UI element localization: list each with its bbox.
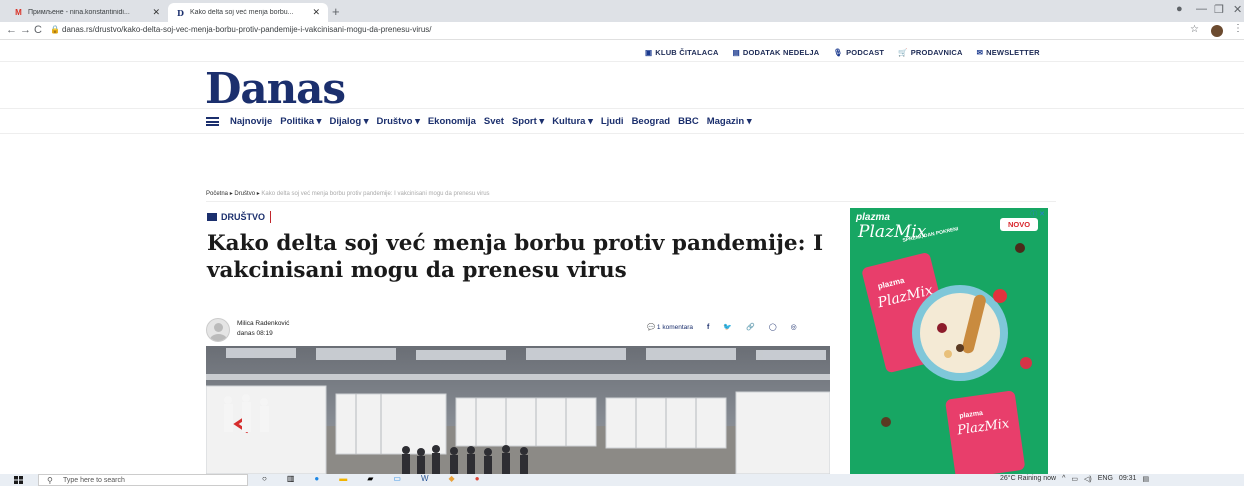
cart-icon: 🛒 — [898, 48, 908, 57]
nav-item-svet[interactable]: Svet — [484, 116, 504, 127]
breadcrumb-section[interactable]: Društvo — [234, 191, 255, 197]
new-tab-button[interactable]: + — [332, 4, 340, 19]
topnav-prodavnica[interactable]: 🛒 PRODAVNICA — [898, 48, 962, 57]
tab-gmail[interactable]: M Примљене - nina.konstantinidi... ✕ — [6, 3, 168, 22]
article-photo — [206, 346, 830, 474]
menu-kebab-icon[interactable]: ⋮ — [1233, 23, 1243, 34]
close-window-icon[interactable]: ✕ — [1233, 3, 1242, 16]
file-explorer-icon[interactable]: ▬ — [339, 474, 347, 483]
envelope-icon: ✉ — [976, 48, 984, 57]
facebook-icon[interactable]: f — [707, 324, 709, 331]
category-square-icon — [207, 213, 217, 221]
category-label[interactable]: DRUŠTVO — [207, 211, 272, 223]
breadcrumb: Početna ▸ Društvo ▸ Kako delta soj već m… — [206, 191, 490, 197]
breadcrumb-current: Kako delta soj već menja borbu protiv pa… — [261, 191, 490, 197]
ad-artwork-image: plazma PlazMix plazma PlazMix — [862, 243, 1032, 474]
nav-item-sport[interactable]: Sport ▾ — [512, 116, 544, 127]
lock-icon[interactable]: 🔒 — [50, 25, 60, 34]
forward-icon[interactable]: → — [20, 24, 31, 36]
topnav-dodatak[interactable]: ▤ DODATAK NEDELJA — [733, 48, 820, 57]
comments-link[interactable]: 💬 1 komentara — [647, 323, 693, 331]
nav-item-ljudi[interactable]: Ljudi — [601, 116, 624, 127]
nav-item-drustvo[interactable]: Društvo ▾ — [377, 116, 420, 127]
paint-icon[interactable]: ◆ — [449, 474, 455, 483]
nav-item-magazin[interactable]: Magazin ▾ — [707, 116, 752, 127]
chevron-up-icon[interactable]: ^ — [1062, 475, 1065, 483]
danas-favicon-icon: D — [177, 7, 184, 18]
site-logo[interactable]: Danas — [205, 64, 346, 113]
topnav-podcast[interactable]: 🎙 PODCAST — [833, 48, 884, 57]
cortana-icon[interactable]: ○ — [262, 474, 267, 483]
article-headline: Kako delta soj već menja borbu protiv pa… — [207, 231, 824, 283]
tab-title: Kako delta soj već menja borbu... — [190, 9, 294, 16]
category-divider — [270, 211, 272, 223]
bars-icon: ▤ — [732, 48, 740, 57]
taskbar-apps: ○ ▥ ● ▬ ▰ ▭ W ◆ ● — [262, 474, 480, 483]
publish-date: danas 08:19 — [237, 330, 273, 337]
advertisement[interactable]: ⓘ ✕ plazma PlazMix SPREMI, DAN POKRENI N… — [850, 208, 1048, 474]
system-tray: 26°C Raining now ^ ▭ ◁) ENG 09:31 ▤ — [1000, 475, 1149, 483]
minimize-icon[interactable]: — — [1196, 3, 1207, 15]
search-icon: ⚲ — [47, 476, 53, 485]
reload-icon[interactable]: C — [34, 24, 42, 36]
store-icon[interactable]: ▰ — [367, 474, 373, 483]
tab-title: Примљене - nina.konstantinidi... — [28, 9, 130, 16]
notifications-icon[interactable]: ▤ — [1142, 475, 1149, 483]
comments-icon: 💬 — [647, 324, 656, 331]
topnav-newsletter[interactable]: ✉ NEWSLETTER — [977, 48, 1040, 57]
close-tab-icon[interactable]: ✕ — [152, 7, 160, 18]
nav-item-kultura[interactable]: Kultura ▾ — [552, 116, 593, 127]
edge-icon[interactable]: ● — [314, 474, 319, 483]
author-avatar[interactable] — [206, 318, 230, 342]
nav-item-bbc[interactable]: BBC — [678, 116, 699, 127]
author-name[interactable]: Milica Radenković — [237, 320, 289, 327]
vaccination-hall-image — [206, 346, 830, 474]
main-nav: Najnovije Politika ▾ Dijalog ▾ Društvo ▾… — [0, 108, 1244, 134]
site-top-nav: ▣ KLUB ČITALACA ▤ DODATAK NEDELJA 🎙 PODCAST… — [0, 40, 1244, 62]
taskbar-search-input[interactable]: ⚲ Type here to search — [38, 474, 248, 486]
link-icon[interactable]: 🔗 — [746, 323, 755, 331]
windows-start-icon[interactable] — [14, 476, 23, 484]
restore-icon[interactable]: ❐ — [1214, 3, 1224, 16]
twitter-icon[interactable]: 🐦 — [723, 323, 732, 331]
chrome-icon[interactable]: ● — [475, 474, 480, 483]
network-icon[interactable]: ▭ — [1071, 475, 1078, 483]
nav-item-ekonomija[interactable]: Ekonomija — [428, 116, 476, 127]
nav-item-dijalog[interactable]: Dijalog ▾ — [329, 116, 368, 127]
tab-danas[interactable]: D Kako delta soj već menja borbu... ✕ — [168, 3, 328, 22]
nav-item-beograd[interactable]: Beograd — [632, 116, 671, 127]
gmail-icon: M — [15, 8, 22, 17]
mail-icon[interactable]: ▭ — [393, 474, 401, 483]
word-icon[interactable]: W — [421, 474, 429, 483]
back-icon[interactable]: ← — [6, 24, 17, 36]
nav-item-najnovije[interactable]: Najnovije — [230, 116, 272, 127]
newspaper-icon: ▣ — [645, 48, 653, 57]
bookmark-star-icon[interactable]: ☆ — [1190, 24, 1199, 35]
hamburger-menu-icon[interactable] — [206, 117, 219, 126]
browser-tab-bar: M Примљене - nina.konstantinidi... ✕ D K… — [0, 0, 1244, 22]
windows-taskbar: ⚲ Type here to search ○ ▥ ● ▬ ▰ ▭ W ◆ ● … — [0, 474, 1244, 486]
volume-icon[interactable]: ◁) — [1084, 475, 1092, 483]
url-field[interactable]: danas.rs/drustvo/kako-delta-soj-vec-menj… — [62, 25, 431, 34]
divider — [206, 201, 1056, 202]
topnav-klub[interactable]: ▣ KLUB ČITALACA — [645, 48, 719, 57]
share-bar: 💬 1 komentara f 🐦 🔗 ◯ ◎ — [647, 323, 797, 332]
breadcrumb-home[interactable]: Početna — [206, 191, 228, 197]
weather-text[interactable]: 26°C Raining now — [1000, 475, 1056, 483]
language-indicator[interactable]: ENG — [1098, 475, 1113, 483]
close-tab-icon[interactable]: ✕ — [312, 7, 320, 18]
microphone-icon: 🎙 — [833, 48, 844, 57]
clock[interactable]: 09:31 — [1119, 475, 1137, 483]
address-bar: ← → C 🔒 danas.rs/drustvo/kako-delta-soj-… — [0, 22, 1244, 40]
nav-item-politika[interactable]: Politika ▾ — [280, 116, 321, 127]
profile-avatar[interactable] — [1211, 25, 1223, 37]
whatsapp-icon[interactable]: ◯ — [769, 323, 777, 331]
profile-dot-icon[interactable]: ● — [1176, 3, 1183, 15]
task-view-icon[interactable]: ▥ — [287, 474, 295, 483]
viber-icon[interactable]: ◎ — [791, 323, 797, 331]
